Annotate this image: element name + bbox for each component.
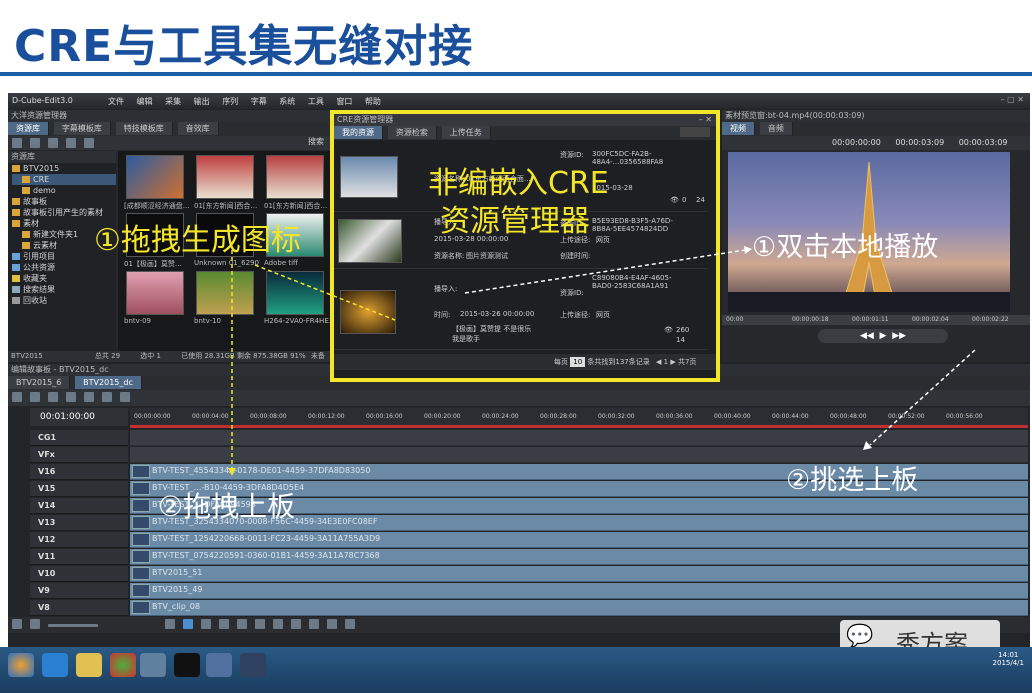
browser-icon[interactable] xyxy=(42,653,68,677)
terminal-icon[interactable] xyxy=(174,653,200,677)
os-taskbar: 14:01 2015/4/1 xyxy=(0,647,1032,693)
folder-icon[interactable] xyxy=(76,653,102,677)
app-icon[interactable] xyxy=(240,653,266,677)
annotation-arrows xyxy=(228,246,976,476)
clock-date: 2015/4/1 xyxy=(992,659,1024,667)
clock-time: 14:01 xyxy=(998,651,1019,659)
wechat-icon: 💬 xyxy=(846,624,874,649)
app-icon[interactable] xyxy=(140,653,166,677)
start-button-icon[interactable] xyxy=(8,653,34,677)
chrome-icon[interactable] xyxy=(110,653,136,677)
app-icon[interactable] xyxy=(206,653,232,677)
clock[interactable]: 14:01 2015/4/1 xyxy=(993,651,1024,667)
